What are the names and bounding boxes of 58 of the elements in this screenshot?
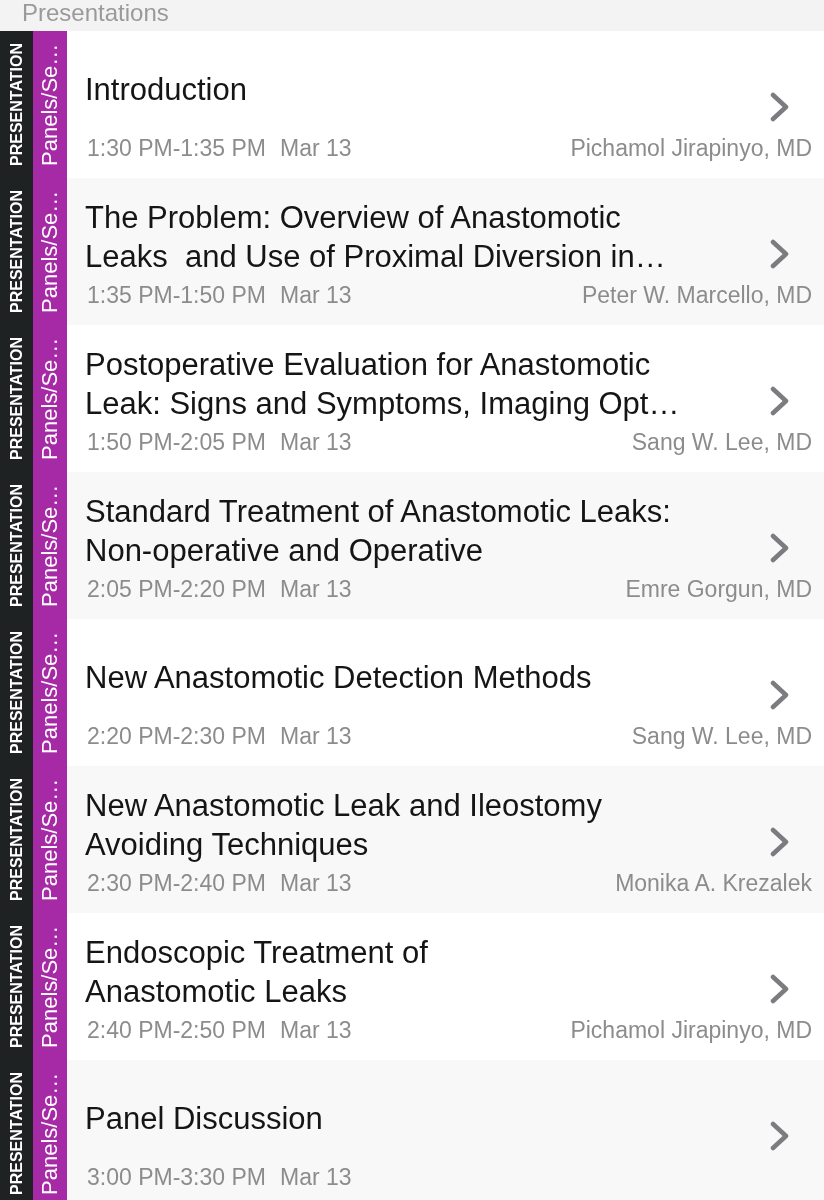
session-type-tag: PRESENTATION bbox=[0, 913, 33, 1060]
category-tag: Panels/Se… bbox=[33, 619, 67, 766]
session-date: Mar 13 bbox=[279, 281, 352, 309]
session-title: New Anastomotic Leak and Ileostomy Avoiding Techniques bbox=[85, 786, 602, 864]
speaker-name: Emre Gorgun, MD bbox=[625, 575, 812, 603]
session-date: Mar 13 bbox=[279, 1163, 352, 1191]
session-date: Mar 13 bbox=[279, 722, 352, 750]
session-time: 1:30 PM-1:35 PM bbox=[86, 134, 266, 162]
session-title: Postoperative Evaluation for Anastomotic Leak: Signs and Symptoms, Imaging Opt… bbox=[85, 345, 680, 423]
category-tag: Panels/Se… bbox=[33, 31, 67, 178]
session-row[interactable]: PRESENTATION Panels/Se… The Problem: Overview of Anastomotic Leaks and Use of Proximal Diversion in… 1:35 PM-1:50 PM Mar 13 Peter W. Marcello, MD bbox=[0, 178, 824, 325]
session-title: Introduction bbox=[85, 71, 247, 109]
speaker-name: Pichamol Jirapinyo, MD bbox=[570, 1016, 812, 1044]
session-title: Panel Discussion bbox=[85, 1100, 323, 1138]
session-type-tag: PRESENTATION bbox=[0, 766, 33, 913]
session-type-tag: PRESENTATION bbox=[0, 325, 33, 472]
session-time: 1:35 PM-1:50 PM bbox=[86, 281, 266, 309]
category-tag: Panels/Se… bbox=[33, 766, 67, 913]
session-row[interactable]: PRESENTATION Panels/Se… Standard Treatment of Anastomotic Leaks: Non-operative and Operative 2:05 PM-2:20 PM Mar 13 Emre Gorgun, MD bbox=[0, 472, 824, 619]
category-tag: Panels/Se… bbox=[33, 178, 67, 325]
category-tag: Panels/Se… bbox=[33, 472, 67, 619]
session-date: Mar 13 bbox=[279, 869, 352, 897]
chevron-right-icon bbox=[770, 1121, 790, 1151]
session-date: Mar 13 bbox=[279, 428, 352, 456]
session-title: Standard Treatment of Anastomotic Leaks: Non-operative and Operative bbox=[85, 492, 671, 570]
session-time: 2:40 PM-2:50 PM bbox=[86, 1016, 266, 1044]
session-type-tag: PRESENTATION bbox=[0, 472, 33, 619]
chevron-right-icon bbox=[770, 386, 790, 416]
session-type-tag: PRESENTATION bbox=[0, 1060, 33, 1200]
chevron-right-icon bbox=[770, 974, 790, 1004]
session-title: The Problem: Overview of Anastomotic Leaks and Use of Proximal Diversion in… bbox=[85, 198, 666, 276]
session-date: Mar 13 bbox=[279, 134, 352, 162]
session-title: New Anastomotic Detection Methods bbox=[85, 659, 592, 697]
chevron-right-icon bbox=[770, 239, 790, 269]
category-tag: Panels/Se… bbox=[33, 325, 67, 472]
category-tag: Panels/Se… bbox=[33, 913, 67, 1060]
session-type-tag: PRESENTATION bbox=[0, 31, 33, 178]
section-title: Presentations bbox=[22, 0, 169, 26]
session-time: 1:50 PM-2:05 PM bbox=[86, 428, 266, 456]
chevron-right-icon bbox=[770, 92, 790, 122]
session-time: 3:00 PM-3:30 PM bbox=[86, 1163, 266, 1191]
session-time: 2:05 PM-2:20 PM bbox=[86, 575, 266, 603]
speaker-name: Peter W. Marcello, MD bbox=[581, 281, 812, 309]
chevron-right-icon bbox=[770, 533, 790, 563]
speaker-name: Sang W. Lee, MD bbox=[631, 428, 812, 456]
chevron-right-icon bbox=[770, 680, 790, 710]
session-type-tag: PRESENTATION bbox=[0, 619, 33, 766]
speaker-name: Monika A. Krezalek bbox=[615, 869, 812, 897]
session-time: 2:20 PM-2:30 PM bbox=[86, 722, 266, 750]
category-tag: Panels/Se… bbox=[33, 1060, 67, 1200]
session-time: 2:30 PM-2:40 PM bbox=[86, 869, 266, 897]
session-type-tag: PRESENTATION bbox=[0, 178, 33, 325]
session-title: Endoscopic Treatment of Anastomotic Leaks bbox=[85, 933, 428, 1011]
speaker-name: Pichamol Jirapinyo, MD bbox=[570, 134, 812, 162]
session-date: Mar 13 bbox=[279, 575, 352, 603]
speaker-name: Sang W. Lee, MD bbox=[631, 722, 812, 750]
session-date: Mar 13 bbox=[279, 1016, 352, 1044]
chevron-right-icon bbox=[770, 827, 790, 857]
